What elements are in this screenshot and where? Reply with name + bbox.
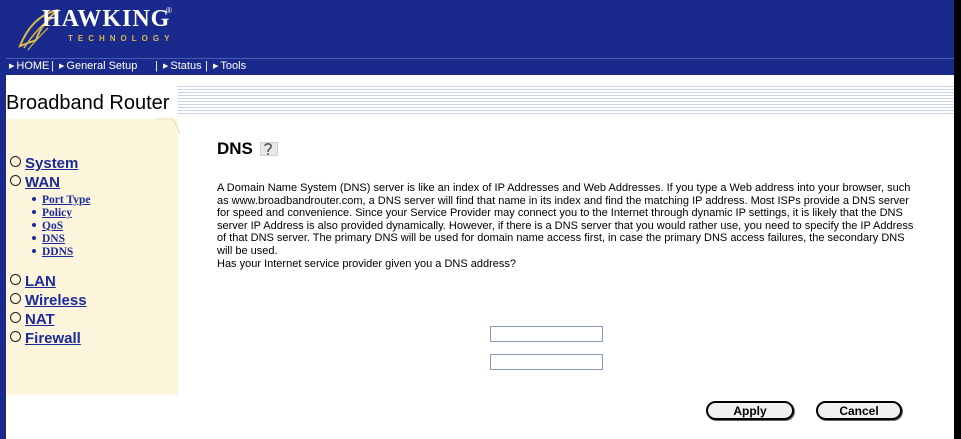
primary-dns-input[interactable] xyxy=(490,326,603,342)
radio-bullet-icon xyxy=(10,156,21,167)
sidebar-link-ddns[interactable]: DDNS xyxy=(42,246,73,258)
radio-bullet-icon xyxy=(10,293,21,304)
sidebar-link-policy[interactable]: Policy xyxy=(42,207,72,219)
bullet-dot-icon xyxy=(32,249,36,253)
sidebar-link-system[interactable]: System xyxy=(25,155,78,172)
cancel-button[interactable]: Cancel xyxy=(816,401,902,420)
radio-bullet-icon xyxy=(10,331,21,342)
radio-bullet-icon xyxy=(10,274,21,285)
sidebar-link-qos[interactable]: QoS xyxy=(42,220,63,232)
page-title: DNS xyxy=(217,139,253,158)
secondary-dns-input[interactable] xyxy=(490,354,603,370)
sidebar-subitem-policy[interactable]: Policy xyxy=(32,207,72,219)
brand-logo-text: HAWKING xyxy=(42,6,171,32)
top-nav: ▶ HOME | ▶ General Setup | ▶ Status | ▶ Tool… xyxy=(6,58,954,75)
dns-question: Has your Internet service provider given… xyxy=(217,257,516,270)
sidebar-item-nat[interactable]: NAT xyxy=(10,311,55,328)
sidebar-link-dns[interactable]: DNS xyxy=(42,233,65,245)
sidebar-link-wireless[interactable]: Wireless xyxy=(25,292,87,309)
sidebar-fold-corner xyxy=(156,118,180,135)
help-icon[interactable] xyxy=(260,142,278,156)
header-banner: HAWKING ® TECHNOLOGY xyxy=(6,0,954,58)
sidebar-subitem-port-type[interactable]: Port Type xyxy=(32,194,90,206)
sidebar-link-firewall[interactable]: Firewall xyxy=(25,330,81,347)
nav-tools[interactable]: ▶ Tools xyxy=(213,60,246,72)
nav-status[interactable]: ▶ Status xyxy=(163,60,202,72)
nav-home[interactable]: ▶ HOME xyxy=(9,60,49,72)
sidebar-item-system[interactable]: System xyxy=(10,155,78,172)
sidebar-link-lan[interactable]: LAN xyxy=(25,273,56,290)
bullet-dot-icon xyxy=(32,210,36,214)
bullet-dot-icon xyxy=(32,223,36,227)
sidebar-item-wan[interactable]: WAN xyxy=(10,174,60,191)
radio-bullet-icon xyxy=(10,175,21,186)
apply-button[interactable]: Apply xyxy=(706,401,794,420)
bullet-dot-icon xyxy=(32,236,36,240)
sidebar-subitem-qos[interactable]: QoS xyxy=(32,220,63,232)
sidebar-subitem-ddns[interactable]: DDNS xyxy=(32,246,73,258)
sidebar-link-nat[interactable]: NAT xyxy=(25,311,55,328)
sidebar-link-wan[interactable]: WAN xyxy=(25,174,60,191)
sidebar-item-lan[interactable]: LAN xyxy=(10,273,56,290)
sidebar-item-firewall[interactable]: Firewall xyxy=(10,330,81,347)
dns-description: A Domain Name System (DNS) server is lik… xyxy=(217,182,917,270)
nav-separator: | xyxy=(51,60,54,72)
nav-separator: | xyxy=(155,60,158,72)
nav-general-setup[interactable]: ▶ General Setup xyxy=(59,60,137,72)
sidebar-link-port-type[interactable]: Port Type xyxy=(42,194,90,206)
sidebar-subitem-dns[interactable]: DNS xyxy=(32,233,65,245)
brand-logo-subtext: TECHNOLOGY xyxy=(68,34,175,43)
registered-mark: ® xyxy=(166,6,172,15)
sidebar-item-wireless[interactable]: Wireless xyxy=(10,292,87,309)
bullet-dot-icon xyxy=(32,197,36,201)
decorative-stripes xyxy=(178,86,954,116)
radio-bullet-icon xyxy=(10,312,21,323)
description-text: A Domain Name System (DNS) server is lik… xyxy=(217,182,914,257)
right-border xyxy=(954,0,961,439)
product-title: Broadband Router xyxy=(6,92,170,114)
nav-separator: | xyxy=(205,60,208,72)
